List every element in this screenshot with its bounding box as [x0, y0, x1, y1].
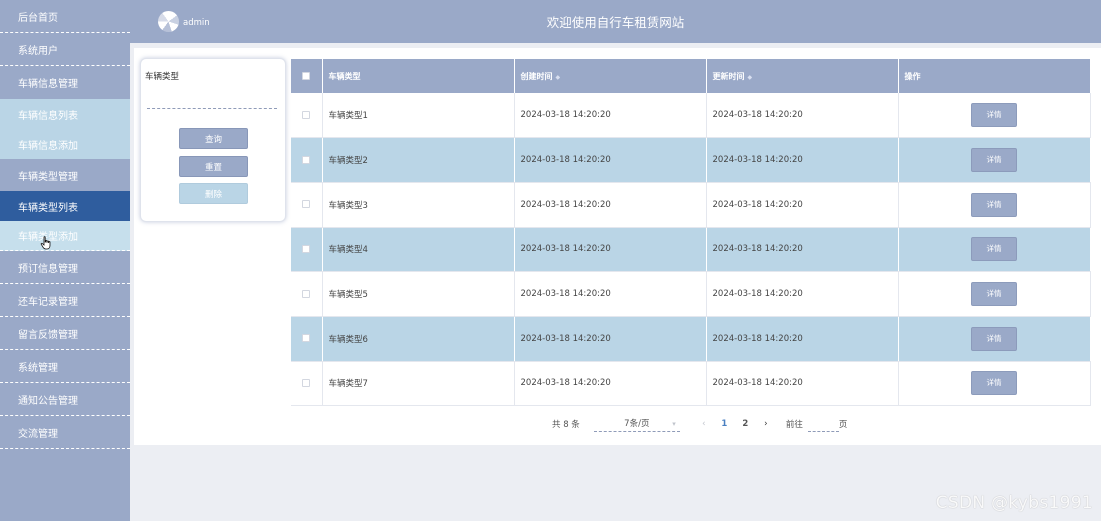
row-checkbox[interactable] [302, 289, 311, 298]
page-number-1[interactable]: 1 [714, 419, 735, 429]
chevron-down-icon: ▾ [672, 420, 676, 428]
sidebar-item-communication-management[interactable]: 交流管理 [0, 416, 130, 449]
column-header-created-label: 创建时间 [520, 71, 553, 81]
sidebar-item-return-records[interactable]: 还车记录管理 [0, 284, 130, 317]
table-row: 车辆类型1 2024-03-18 14:20:20 2024-03-18 14:… [291, 93, 1091, 139]
detail-button[interactable]: 详情 [971, 103, 1017, 128]
table-row: 车辆类型7 2024-03-18 14:20:20 2024-03-18 14:… [291, 361, 1091, 407]
page-size-value: 7条/页 [624, 419, 650, 429]
cell-type: 车辆类型6 [322, 316, 515, 362]
cell-created: 2024-03-18 14:20:20 [514, 182, 707, 228]
cell-updated: 2024-03-18 14:20:20 [706, 182, 899, 228]
sidebar-subitem-vehicle-info-add[interactable]: 车辆信息添加 [0, 129, 130, 159]
cell-created: 2024-03-18 14:20:20 [514, 227, 707, 273]
chevron-left-icon[interactable]: ‹ [694, 419, 714, 429]
hand-cursor-icon [40, 236, 51, 250]
column-header-type: 车辆类型 [322, 59, 515, 93]
page-size-select[interactable]: 7条/页 ▾ [593, 416, 680, 432]
detail-button[interactable]: 详情 [971, 148, 1017, 173]
row-checkbox[interactable] [302, 200, 311, 209]
sidebar-item-system-users[interactable]: 系统用户 [0, 33, 130, 66]
detail-button[interactable]: 详情 [971, 326, 1017, 351]
sidebar-item-vehicle-type-management[interactable]: 车辆类型管理 [0, 159, 130, 191]
top-header: admin 欢迎使用自行车租赁网站 [130, 0, 1101, 43]
row-checkbox[interactable] [302, 378, 311, 387]
cell-updated: 2024-03-18 14:20:20 [706, 93, 899, 139]
sidebar-item-booking-management[interactable]: 预订信息管理 [0, 251, 130, 284]
row-checkbox[interactable] [302, 334, 311, 343]
detail-button[interactable]: 详情 [971, 192, 1017, 217]
site-title: 欢迎使用自行车租赁网站 [546, 15, 685, 30]
vehicle-type-table: 车辆类型 创建时间 ◆ 更新时间 ◆ 操作 车辆类型1 2024-03-18 14:… [291, 59, 1091, 407]
detail-button[interactable]: 详情 [971, 371, 1017, 396]
sidebar-item-system-management[interactable]: 系统管理 [0, 350, 130, 383]
select-all-checkbox[interactable] [302, 72, 311, 80]
sidebar-subitem-vehicle-type-add[interactable]: 车辆类型添加 [0, 221, 130, 251]
cell-type: 车辆类型3 [322, 182, 515, 228]
cell-type: 车辆类型5 [322, 271, 515, 317]
cell-updated: 2024-03-18 14:20:20 [706, 361, 899, 407]
cell-created: 2024-03-18 14:20:20 [514, 271, 707, 317]
row-checkbox[interactable] [302, 155, 311, 164]
delete-button[interactable]: 删除 [179, 183, 248, 204]
table-row: 车辆类型2 2024-03-18 14:20:20 2024-03-18 14:… [291, 137, 1091, 183]
reset-button[interactable]: 重置 [179, 156, 248, 177]
chevron-right-icon[interactable]: › [756, 419, 776, 429]
filter-vehicle-type-label: 车辆类型 [145, 72, 180, 82]
query-button[interactable]: 查询 [179, 128, 248, 149]
watermark: CSDN @kybs1991 [935, 493, 1093, 513]
cell-created: 2024-03-18 14:20:20 [514, 361, 707, 407]
pagination-total: 共 8 条 [552, 420, 580, 430]
column-header-updated-label: 更新时间 [712, 71, 745, 81]
sidebar-subitem-vehicle-type-list[interactable]: 车辆类型列表 [0, 191, 130, 221]
cell-created: 2024-03-18 14:20:20 [514, 316, 707, 362]
cell-type: 车辆类型2 [322, 137, 515, 183]
cell-updated: 2024-03-18 14:20:20 [706, 227, 899, 273]
table-row: 车辆类型6 2024-03-18 14:20:20 2024-03-18 14:… [291, 316, 1091, 362]
cell-updated: 2024-03-18 14:20:20 [706, 316, 899, 362]
table-row: 车辆类型3 2024-03-18 14:20:20 2024-03-18 14:… [291, 182, 1091, 228]
filter-card: 车辆类型 查询 重置 删除 [140, 58, 286, 222]
row-checkbox[interactable] [302, 244, 311, 253]
cell-created: 2024-03-18 14:20:20 [514, 93, 707, 139]
sidebar-subitem-vehicle-info-list[interactable]: 车辆信息列表 [0, 99, 130, 129]
table-row: 车辆类型5 2024-03-18 14:20:20 2024-03-18 14:… [291, 271, 1091, 317]
detail-button[interactable]: 详情 [971, 282, 1017, 307]
column-header-created[interactable]: 创建时间 ◆ [514, 59, 707, 93]
sidebar-item-vehicle-info-management[interactable]: 车辆信息管理 [0, 66, 130, 99]
cell-type: 车辆类型7 [322, 361, 515, 407]
pagination: 共 8 条 7条/页 ▾ ‹ 1 2 › 前往 页 [552, 416, 847, 432]
sort-icon[interactable]: ◆ [748, 74, 753, 81]
column-header-updated[interactable]: 更新时间 ◆ [706, 59, 899, 93]
page-number-2[interactable]: 2 [735, 419, 756, 429]
sort-icon[interactable]: ◆ [556, 74, 561, 81]
detail-button[interactable]: 详情 [971, 237, 1017, 262]
sidebar: 后台首页 系统用户 车辆信息管理 车辆信息列表 车辆信息添加 车辆类型管理 车辆… [0, 0, 130, 521]
sidebar-item-home[interactable]: 后台首页 [0, 0, 130, 33]
sidebar-item-notice-management[interactable]: 通知公告管理 [0, 383, 130, 416]
cell-type: 车辆类型1 [322, 93, 515, 139]
column-header-action: 操作 [898, 59, 1091, 93]
goto-page-input[interactable] [807, 416, 839, 432]
row-checkbox[interactable] [302, 110, 311, 119]
cell-type: 车辆类型4 [322, 227, 515, 273]
cell-updated: 2024-03-18 14:20:20 [706, 137, 899, 183]
table-header-row: 车辆类型 创建时间 ◆ 更新时间 ◆ 操作 [291, 59, 1091, 93]
goto-label: 前往 [785, 420, 803, 430]
vehicle-type-input[interactable] [147, 108, 277, 109]
goto-suffix: 页 [838, 420, 848, 430]
table-row: 车辆类型4 2024-03-18 14:20:20 2024-03-18 14:… [291, 227, 1091, 273]
cell-created: 2024-03-18 14:20:20 [514, 137, 707, 183]
cell-updated: 2024-03-18 14:20:20 [706, 271, 899, 317]
select-all-cell [291, 59, 323, 93]
sidebar-item-feedback-management[interactable]: 留言反馈管理 [0, 317, 130, 350]
